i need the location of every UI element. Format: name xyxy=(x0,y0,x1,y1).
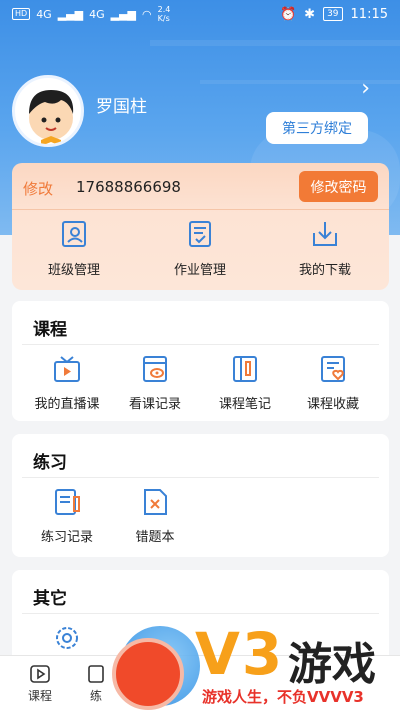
chevron-right-icon[interactable]: › xyxy=(361,76,370,101)
signal-label: 4G xyxy=(36,7,52,21)
signal-label-2: 4G xyxy=(89,7,105,21)
speed-value: 2.4 xyxy=(157,5,171,14)
practice-record-icon xyxy=(55,489,80,515)
watch-history-icon xyxy=(143,356,167,382)
watermark: V3 游戏 游戏人生，不负VVVV3 xyxy=(110,620,400,711)
third-party-bind-button[interactable]: 第三方绑定 xyxy=(266,112,368,144)
course-item-label: 课程笔记 xyxy=(218,397,271,412)
hd-badge: HD xyxy=(12,8,31,20)
download-icon xyxy=(313,222,337,246)
avatar[interactable] xyxy=(12,75,84,147)
clock: 11:15 xyxy=(350,6,388,22)
practice-item-wrong-questions[interactable]: 错题本 xyxy=(110,487,200,545)
tab-label: 课程 xyxy=(27,689,52,703)
watermark-brand-cn: 游戏 xyxy=(288,639,376,690)
notes-icon xyxy=(233,356,257,382)
tab-courses[interactable]: 课程 xyxy=(10,664,70,704)
quick-action-homework-management[interactable]: 作业管理 xyxy=(150,219,250,278)
class-management-icon xyxy=(62,221,86,247)
course-item-label: 课程收藏 xyxy=(306,397,359,412)
speed-unit: K/s xyxy=(157,14,170,23)
watermark-brand: V3 xyxy=(195,620,285,688)
homework-management-icon xyxy=(189,221,211,247)
edit-label[interactable]: 修改 xyxy=(23,178,53,199)
user-name: 罗国柱 xyxy=(96,97,147,117)
practice-icon xyxy=(88,665,104,683)
practice-item-label: 练习记录 xyxy=(40,530,93,545)
change-password-button[interactable]: 修改密码 xyxy=(299,171,378,202)
settings-icon xyxy=(56,627,78,649)
section-title: 其它 xyxy=(33,589,67,609)
courses-section: 课程 我的直播课 看课记录 课程笔记 课程收藏 xyxy=(12,301,389,421)
course-item-favorites[interactable]: 课程收藏 xyxy=(288,354,378,412)
quick-action-label: 班级管理 xyxy=(47,263,100,278)
practice-item-record[interactable]: 练习记录 xyxy=(22,487,112,545)
signal-icon-2: ▂▄▆ xyxy=(110,7,137,21)
divider xyxy=(22,613,379,614)
signal-icon: ▂▄▆ xyxy=(57,7,84,21)
quick-action-label: 作业管理 xyxy=(173,263,226,278)
practice-section: 练习 练习记录 错题本 xyxy=(12,434,389,557)
other-item-settings[interactable] xyxy=(22,623,112,657)
watermark-disc-icon xyxy=(112,638,184,710)
divider xyxy=(22,477,379,478)
bluetooth-icon: ✱ xyxy=(304,6,316,22)
play-icon xyxy=(30,665,50,683)
section-title: 练习 xyxy=(33,453,67,473)
practice-item-label: 错题本 xyxy=(135,530,175,545)
course-item-label: 我的直播课 xyxy=(34,397,100,412)
account-card: 修改 17688866698 修改密码 班级管理 作业管理 我的下载 xyxy=(12,163,389,290)
wrong-questions-icon xyxy=(144,489,167,515)
battery-icon: 39 xyxy=(323,7,343,21)
watermark-slogan: 游戏人生，不负VVVV3 xyxy=(202,688,364,706)
favorites-icon xyxy=(321,356,345,382)
speed-indicator: 2.4 K/s xyxy=(158,5,171,23)
course-item-history[interactable]: 看课记录 xyxy=(110,354,200,412)
quick-action-label: 我的下载 xyxy=(298,263,351,278)
quick-action-class-management[interactable]: 班级管理 xyxy=(24,219,124,278)
quick-action-my-downloads[interactable]: 我的下载 xyxy=(275,219,375,278)
course-item-live[interactable]: 我的直播课 xyxy=(22,354,112,412)
course-item-notes[interactable]: 课程笔记 xyxy=(200,354,290,412)
alarm-icon: ⏰ xyxy=(279,6,297,22)
divider xyxy=(12,209,389,210)
section-title: 课程 xyxy=(33,320,67,340)
phone-number: 17688866698 xyxy=(76,178,181,196)
divider xyxy=(22,344,379,345)
wifi-icon: ◠ xyxy=(142,7,152,21)
course-item-label: 看课记录 xyxy=(128,397,181,412)
live-tv-icon xyxy=(54,356,80,382)
status-bar: HD 4G ▂▄▆ 4G ▂▄▆ ◠ 2.4 K/s ⏰ ✱ 39 11:15 xyxy=(0,0,400,28)
